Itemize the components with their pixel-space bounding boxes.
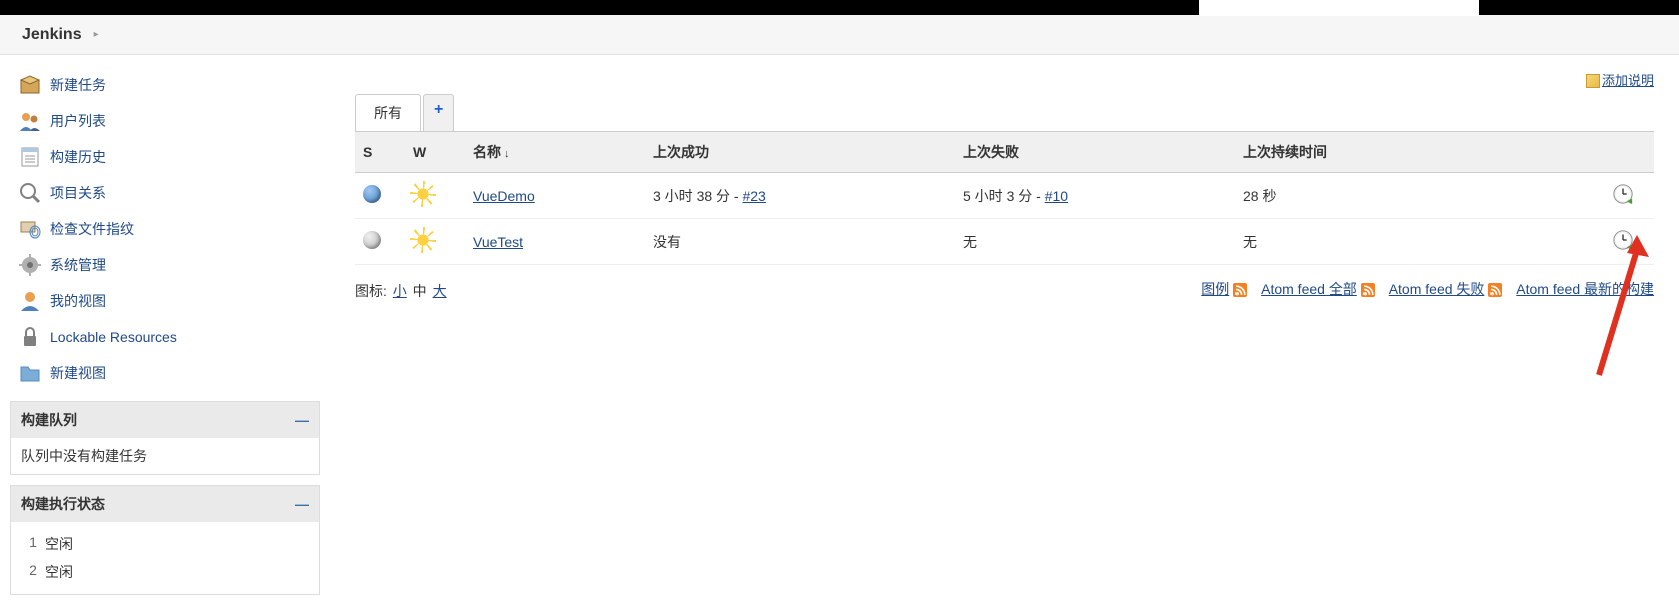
executor-num: 2 xyxy=(21,562,45,582)
sidebar-item-label: 用户列表 xyxy=(50,111,106,131)
tab-add[interactable]: + xyxy=(423,94,454,131)
sidebar-item-label: 构建历史 xyxy=(50,147,106,167)
package-icon xyxy=(18,73,42,97)
sort-down-icon: ↓ xyxy=(504,148,510,160)
table-row: VueTest 没有 无 无 xyxy=(355,219,1654,265)
sidebar-relationship[interactable]: 项目关系 xyxy=(10,175,330,211)
feed-all-link[interactable]: Atom feed 全部 xyxy=(1261,281,1357,297)
executor-state: 空闲 xyxy=(45,562,73,582)
build-link[interactable]: #10 xyxy=(1045,188,1068,204)
executor-status-header: 构建执行状态 — xyxy=(11,486,319,522)
icon-size-medium: 中 xyxy=(413,283,427,299)
sidebar-build-history[interactable]: 构建历史 xyxy=(10,139,330,175)
main-content: 添加说明 所有 + S W 名称↓ 上次成功 上次失败 上次持续时间 xyxy=(330,55,1679,607)
last-failure-cell: 5 小时 3 分 - #10 xyxy=(955,173,1235,219)
add-description-area: 添加说明 xyxy=(355,70,1654,89)
magnifier-icon xyxy=(18,181,42,205)
collapse-icon[interactable]: — xyxy=(295,496,309,512)
tabs: 所有 + xyxy=(355,94,1654,132)
icon-size-row: 图标: 小 中 大 xyxy=(355,281,449,301)
last-success-cell: 没有 xyxy=(645,219,955,265)
col-last-failure[interactable]: 上次失败 xyxy=(955,132,1235,173)
duration-cell: 28 秒 xyxy=(1235,173,1604,219)
status-ball-blue[interactable] xyxy=(363,185,381,203)
sidebar-item-label: 检查文件指纹 xyxy=(50,219,134,239)
sidebar-lockable[interactable]: Lockable Resources xyxy=(10,319,330,355)
executor-row: 1 空闲 xyxy=(21,530,309,558)
folder-plus-icon xyxy=(18,361,42,385)
feed-latest-link[interactable]: Atom feed 最新的构建 xyxy=(1516,281,1654,297)
executor-row: 2 空闲 xyxy=(21,558,309,586)
add-description-link[interactable]: 添加说明 xyxy=(1602,73,1654,88)
duration-cell: 无 xyxy=(1235,219,1604,265)
top-bar xyxy=(0,0,1679,15)
sidebar-item-label: 系统管理 xyxy=(50,255,106,275)
people-icon xyxy=(18,109,42,133)
build-queue-panel: 构建队列 — 队列中没有构建任务 xyxy=(10,401,320,475)
sidebar-item-label: 我的视图 xyxy=(50,291,106,311)
build-now-icon[interactable] xyxy=(1612,183,1634,205)
build-link[interactable]: #23 xyxy=(742,188,765,204)
build-queue-body: 队列中没有构建任务 xyxy=(11,438,319,474)
col-name[interactable]: 名称↓ xyxy=(465,132,645,173)
job-link[interactable]: VueTest xyxy=(473,234,523,250)
icon-size-large[interactable]: 大 xyxy=(433,283,447,299)
weather-sun-icon[interactable] xyxy=(413,184,433,204)
status-ball-grey[interactable] xyxy=(363,231,381,249)
search-input[interactable] xyxy=(1199,0,1479,16)
col-last-duration[interactable]: 上次持续时间 xyxy=(1235,132,1604,173)
jobs-table: S W 名称↓ 上次成功 上次失败 上次持续时间 VueDemo 3 小时 38… xyxy=(355,132,1654,265)
col-build xyxy=(1604,132,1654,173)
sidebar-new-item[interactable]: 新建任务 xyxy=(10,67,330,103)
sidebar-manage[interactable]: 系统管理 xyxy=(10,247,330,283)
build-queue-title: 构建队列 xyxy=(21,410,77,430)
rss-icon xyxy=(1233,283,1247,297)
sidebar-item-label: Lockable Resources xyxy=(50,329,177,345)
feed-failures-link[interactable]: Atom feed 失败 xyxy=(1389,281,1485,297)
sidebar-item-label: 项目关系 xyxy=(50,183,106,203)
table-row: VueDemo 3 小时 38 分 - #23 5 小时 3 分 - #10 2… xyxy=(355,173,1654,219)
icon-size-small[interactable]: 小 xyxy=(393,283,407,299)
last-failure-cell: 无 xyxy=(955,219,1235,265)
tab-all[interactable]: 所有 xyxy=(355,94,421,131)
sidebar-new-view[interactable]: 新建视图 xyxy=(10,355,330,391)
rss-icon xyxy=(1361,283,1375,297)
executor-status-body: 1 空闲 2 空闲 xyxy=(11,522,319,594)
fingerprint-icon xyxy=(18,217,42,241)
col-weather[interactable]: W xyxy=(405,132,465,173)
executor-status-title[interactable]: 构建执行状态 xyxy=(21,494,105,514)
gear-icon xyxy=(18,253,42,277)
person-icon xyxy=(18,289,42,313)
lock-icon xyxy=(18,325,42,349)
edit-icon xyxy=(1586,74,1600,88)
legend-link[interactable]: 图例 xyxy=(1201,281,1229,297)
executor-status-panel: 构建执行状态 — 1 空闲 2 空闲 xyxy=(10,485,320,595)
breadcrumb-bar: Jenkins ▸ xyxy=(0,15,1679,55)
last-success-cell: 3 小时 38 分 - #23 xyxy=(645,173,955,219)
breadcrumb-root[interactable]: Jenkins xyxy=(10,26,94,44)
notepad-icon xyxy=(18,145,42,169)
sidebar-people[interactable]: 用户列表 xyxy=(10,103,330,139)
col-status[interactable]: S xyxy=(355,132,405,173)
col-last-success[interactable]: 上次成功 xyxy=(645,132,955,173)
job-link[interactable]: VueDemo xyxy=(473,188,535,204)
executor-state: 空闲 xyxy=(45,534,73,554)
chevron-right-icon: ▸ xyxy=(94,29,99,40)
build-now-icon[interactable] xyxy=(1612,229,1634,251)
sidebar-item-label: 新建任务 xyxy=(50,75,106,95)
sidebar-item-label: 新建视图 xyxy=(50,363,106,383)
build-queue-header: 构建队列 — xyxy=(11,402,319,438)
sidebar-fingerprint[interactable]: 检查文件指纹 xyxy=(10,211,330,247)
weather-sun-icon[interactable] xyxy=(413,230,433,250)
sidebar-my-views[interactable]: 我的视图 xyxy=(10,283,330,319)
collapse-icon[interactable]: — xyxy=(295,412,309,428)
feeds-row: 图例 Atom feed 全部 Atom feed 失败 Atom feed 最… xyxy=(1189,279,1654,299)
sidebar: 新建任务 用户列表 构建历史 项目关系 检查文件指纹 xyxy=(0,55,330,607)
executor-num: 1 xyxy=(21,534,45,554)
rss-icon xyxy=(1488,283,1502,297)
